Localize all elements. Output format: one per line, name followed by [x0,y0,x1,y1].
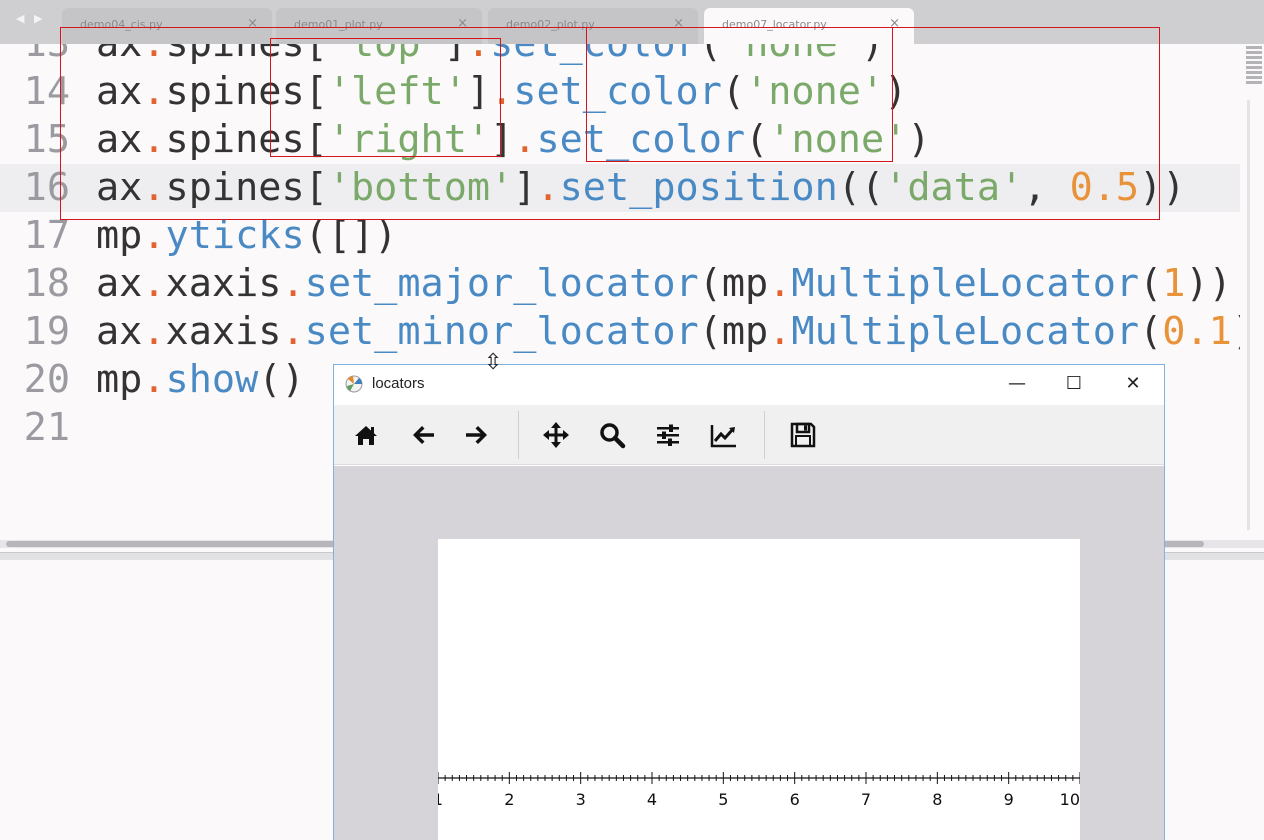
matplotlib-app-icon [345,375,363,393]
x-tick-label: 7 [861,790,871,809]
x-tick-label: 8 [932,790,942,809]
code-token: . [281,261,305,306]
code-token: MultipleLocator [791,309,1140,354]
pan-icon[interactable] [540,419,572,451]
code-token: mp [721,309,769,354]
code-token: ( [1139,309,1163,354]
minimap[interactable] [1244,44,1264,100]
code-token: ax [96,261,143,306]
code-token: . [768,309,792,354]
x-tick-label: 2 [504,790,514,809]
highlight-box-spine-names [270,38,501,157]
code-token: . [281,309,305,354]
code-token: show [165,357,259,402]
back-icon[interactable] [407,419,439,451]
code-token: ax [96,309,143,354]
x-axis: 1 2 3 4 5 6 7 8 9 10 [438,772,1080,809]
window-title-bar[interactable]: locators — ☐ ✕ [334,365,1164,405]
line-number: 20 [23,357,70,402]
code-token: . [142,261,166,306]
maximize-button[interactable]: ☐ [1051,369,1097,399]
toolbar-separator [518,411,519,459]
x-tick-label: 6 [790,790,800,809]
code-token: . [768,261,792,306]
code-token: xaxis [165,309,282,354]
code-token: set_major_locator [304,261,699,306]
x-tick-label: 1 [438,790,443,809]
close-button[interactable]: ✕ [1110,369,1156,399]
code-token: )) [1232,309,1240,354]
code-token: 0.1 [1162,309,1232,354]
highlight-box-set-color [586,27,893,162]
resize-cursor-icon: ⇳ [484,350,503,375]
configure-subplots-icon[interactable] [652,419,684,451]
minimize-button[interactable]: — [994,369,1040,399]
code-token: 1 [1162,261,1186,306]
figure-window[interactable]: locators — ☐ ✕ 1 2 [333,364,1165,840]
tab-scroll-arrows-icon[interactable]: ◀ ▶ [16,12,45,25]
line-number: 18 [23,261,70,306]
code-token: )) [1185,261,1232,306]
code-token: mp [721,261,769,306]
code-token: mp [96,357,143,402]
x-tick-label: 4 [647,790,657,809]
x-tick-label: 10 [1060,790,1080,809]
code-token: MultipleLocator [791,261,1140,306]
code-text[interactable]: mp.show() [96,356,305,404]
home-icon[interactable] [350,419,382,451]
x-tick-label: 3 [576,790,586,809]
save-icon[interactable] [787,419,819,451]
code-line[interactable]: 19 ax.xaxis.set_minor_locator(mp.Multiple… [0,308,1240,356]
x-tick-label: 9 [1004,790,1014,809]
code-token: ( [698,309,722,354]
code-token: . [142,309,166,354]
code-text[interactable]: ax.xaxis.set_minor_locator(mp.MultipleLo… [96,308,1240,356]
code-token: ( [698,261,722,306]
line-number: 19 [23,309,70,354]
code-token: set_minor_locator [304,309,699,354]
code-token: xaxis [165,261,282,306]
zoom-icon[interactable] [596,419,628,451]
window-title: locators [372,375,425,392]
forward-icon[interactable] [461,419,493,451]
line-number: 21 [23,405,70,450]
code-token: () [258,357,305,402]
toolbar-separator [764,411,765,459]
axes-area[interactable]: 1 2 3 4 5 6 7 8 9 10 [438,539,1080,840]
navigation-toolbar [334,405,1164,465]
code-line[interactable]: 18 ax.xaxis.set_major_locator(mp.Multiple… [0,260,1240,308]
code-text[interactable]: ax.xaxis.set_major_locator(mp.MultipleLo… [96,260,1232,308]
vertical-scrollbar[interactable] [1247,100,1250,530]
edit-axes-icon[interactable] [708,419,740,451]
figure-canvas[interactable]: 1 2 3 4 5 6 7 8 9 10 [334,466,1164,840]
code-token: ( [1139,261,1163,306]
x-tick-label: 5 [718,790,728,809]
code-token: . [142,357,166,402]
